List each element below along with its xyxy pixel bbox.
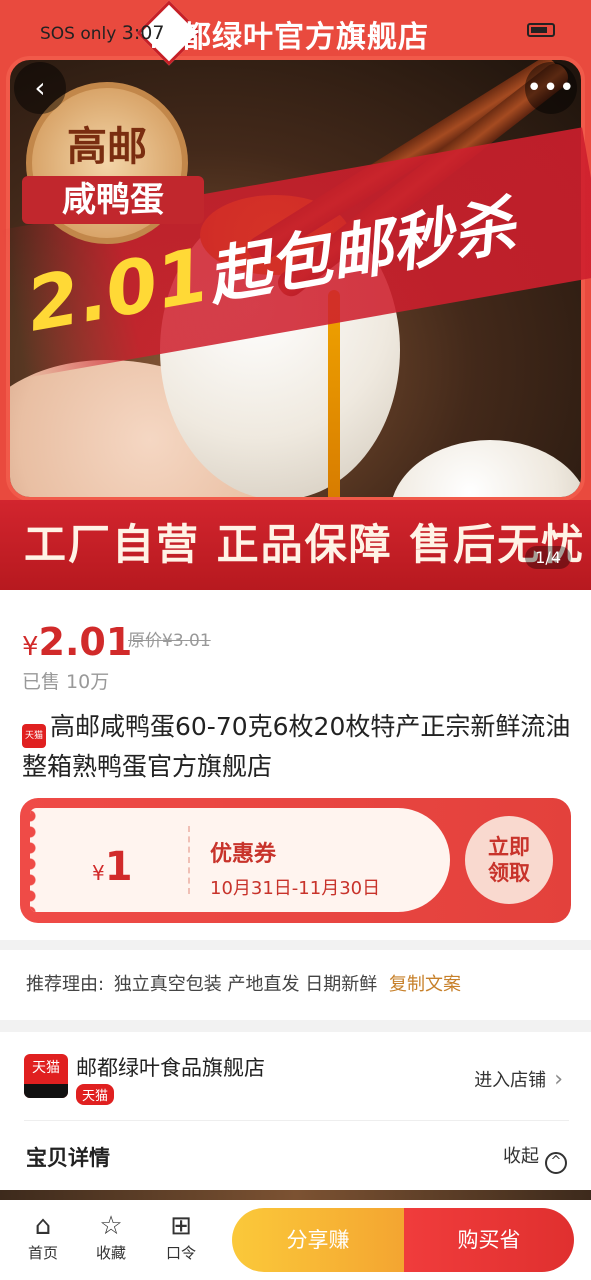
coupon-date-range: 10月31日-11月30日 bbox=[210, 878, 381, 899]
tab-favorite[interactable]: ☆ 收藏 bbox=[86, 1210, 136, 1263]
tab-home[interactable]: ⌂ 首页 bbox=[18, 1210, 68, 1263]
seal-top-text: 高邮 bbox=[67, 123, 147, 170]
status-right bbox=[527, 20, 555, 40]
product-image-carousel[interactable]: 2.01起包邮秒杀 高邮 咸鸭蛋 工厂自营 正品保障 售后无忧 1/4 bbox=[0, 0, 591, 590]
home-icon: ⌂ bbox=[34, 1211, 52, 1241]
coupon-amount: ¥1 bbox=[92, 844, 133, 890]
claim-coupon-button[interactable]: 立即 领取 bbox=[465, 816, 553, 904]
tab-favorite-label: 收藏 bbox=[95, 1244, 126, 1262]
recommend-reason-row: 推荐理由: 独立真空包装 产地直发 日期新鲜 复制文案 bbox=[0, 950, 591, 1020]
store-name[interactable]: 邮都绿叶食品旗舰店 bbox=[76, 1052, 265, 1082]
original-price: 原价¥3.01 bbox=[128, 631, 211, 651]
tab-home-label: 首页 bbox=[27, 1244, 58, 1262]
egg-shape bbox=[390, 440, 581, 497]
seal-ribbon-text: 咸鸭蛋 bbox=[22, 176, 204, 224]
store-avatar-text: 天猫 bbox=[32, 1060, 60, 1076]
more-button[interactable]: ••• bbox=[525, 62, 577, 114]
store-avatar[interactable]: 天猫 bbox=[24, 1054, 68, 1098]
details-image-peek bbox=[0, 1190, 591, 1200]
claim-label-line1: 立即 bbox=[488, 835, 530, 859]
price-value: 2.01 bbox=[38, 620, 133, 664]
status-carrier: SOS only 3:07 bbox=[40, 22, 164, 44]
product-info: ¥2.01 原价¥3.01 已售 10万 天猫 高邮咸鸭蛋60-70克6枚20枚特… bbox=[0, 590, 591, 940]
carrier-text: SOS only bbox=[40, 24, 117, 44]
collapse-button[interactable]: 收起 ^ bbox=[503, 1142, 567, 1174]
store-header-title: 邮都绿叶官方旗舰店 bbox=[150, 20, 429, 55]
status-time: 3:07 bbox=[121, 22, 165, 44]
tmall-badge-icon: 天猫 bbox=[22, 724, 46, 748]
coupon-amount-value: 1 bbox=[104, 844, 133, 890]
enter-store-label: 进入店铺 bbox=[474, 1070, 547, 1091]
chevron-left-icon: ‹ bbox=[34, 71, 46, 104]
sold-count: 已售 10万 bbox=[22, 671, 110, 693]
recommend-text: 独立真空包装 产地直发 日期新鲜 bbox=[113, 974, 378, 995]
product-title: 天猫 高邮咸鸭蛋60-70克6枚20枚特产正宗新鲜流油整箱熟鸭蛋官方旗舰店 bbox=[22, 708, 572, 786]
code-icon: ⊞ bbox=[170, 1211, 192, 1241]
store-card: 天猫 邮都绿叶食品旗舰店 天猫 进入店铺 › 宝贝详情 收起 ^ bbox=[0, 1032, 591, 1200]
share-earn-button[interactable]: 分享赚 bbox=[232, 1208, 404, 1272]
details-title: 宝贝详情 bbox=[26, 1146, 110, 1170]
coupon-divider bbox=[188, 826, 190, 894]
product-title-text: 高邮咸鸭蛋60-70克6枚20枚特产正宗新鲜流油整箱熟鸭蛋官方旗舰店 bbox=[22, 712, 571, 781]
recommend-label: 推荐理由: bbox=[26, 974, 105, 995]
battery-icon bbox=[527, 23, 555, 37]
chevron-up-icon: ^ bbox=[545, 1152, 567, 1174]
enter-store-button[interactable]: 进入店铺 › bbox=[474, 1066, 563, 1092]
tab-code-label: 口令 bbox=[165, 1244, 196, 1262]
copy-text-link[interactable]: 复制文案 bbox=[389, 974, 461, 995]
bottom-action-bar: ⌂ 首页 ☆ 收藏 ⊞ 口令 分享赚 购买省 bbox=[0, 1200, 591, 1280]
tab-code[interactable]: ⊞ 口令 bbox=[156, 1210, 206, 1263]
back-button[interactable]: ‹ bbox=[14, 62, 66, 114]
coupon-name: 优惠券 bbox=[210, 842, 277, 867]
star-icon: ☆ bbox=[99, 1211, 123, 1241]
tmall-cat-icon bbox=[24, 1084, 68, 1098]
claim-label-line2: 领取 bbox=[488, 861, 530, 885]
more-dots-icon: ••• bbox=[526, 73, 576, 103]
divider bbox=[24, 1120, 569, 1121]
buy-save-button[interactable]: 购买省 bbox=[404, 1208, 574, 1272]
coupon-body: ¥1 优惠券 10月31日-11月30日 bbox=[30, 808, 450, 912]
store-tmall-tag: 天猫 bbox=[76, 1084, 115, 1105]
currency-symbol: ¥ bbox=[22, 632, 39, 662]
collapse-label: 收起 bbox=[503, 1146, 539, 1167]
current-price: ¥2.01 bbox=[22, 620, 132, 664]
chevron-right-icon: › bbox=[554, 1067, 563, 1092]
coupon-currency: ¥ bbox=[92, 861, 105, 885]
guarantee-banner: 工厂自营 正品保障 售后无忧 bbox=[0, 500, 591, 590]
coupon-card[interactable]: ¥1 优惠券 10月31日-11月30日 立即 领取 bbox=[20, 798, 571, 923]
status-bar: 邮都绿叶官方旗舰店 SOS only 3:07 bbox=[0, 0, 591, 66]
carousel-page-indicator: 1/4 bbox=[525, 546, 571, 569]
